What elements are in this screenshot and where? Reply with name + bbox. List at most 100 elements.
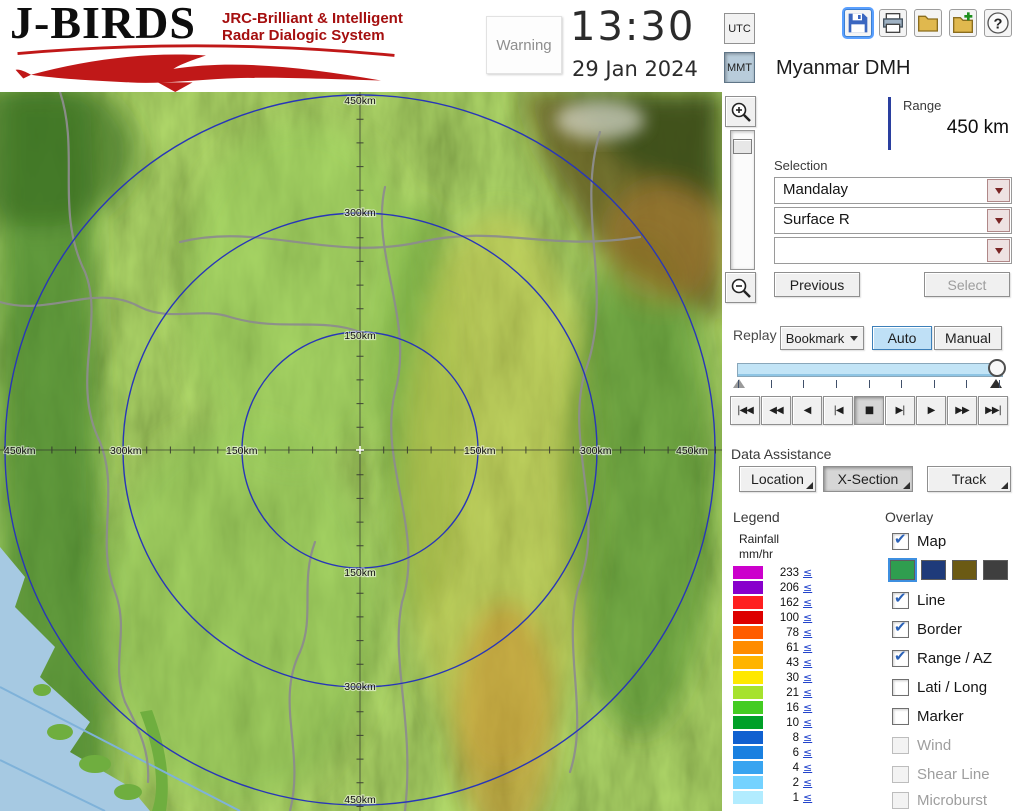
- playback-stop-button[interactable]: ■: [854, 396, 884, 425]
- overlay-row-range-az: Range / AZ: [892, 650, 992, 667]
- map-style-terrain-button[interactable]: [890, 560, 915, 580]
- product-dropdown-button[interactable]: [987, 209, 1010, 232]
- legend-color-swatch: [733, 761, 763, 774]
- playback-play-backward-button[interactable]: ◀: [792, 396, 822, 425]
- radar-map[interactable]: 450km 300km 150km 150km 300km 450km 450k…: [0, 92, 722, 811]
- legend-row: 206≤: [733, 580, 843, 595]
- playback-skip-end-button[interactable]: ▶▶|: [978, 396, 1008, 425]
- location-button[interactable]: Location: [739, 466, 816, 492]
- legend-row: 21≤: [733, 685, 843, 700]
- range-value: 450 km: [882, 117, 1009, 139]
- legend-value: 61: [763, 642, 799, 654]
- legend-color-swatch: [733, 776, 763, 789]
- legend-le-link[interactable]: ≤: [803, 581, 812, 594]
- map-checkbox[interactable]: [892, 533, 909, 550]
- legend-value: 16: [763, 702, 799, 714]
- location-label: Location: [751, 471, 804, 487]
- playback-step-back-button[interactable]: |◀: [823, 396, 853, 425]
- border-checkbox[interactable]: [892, 621, 909, 638]
- bookmark-button[interactable]: Bookmark: [780, 326, 864, 350]
- zoom-slider-track[interactable]: [730, 130, 755, 270]
- header-bar: J-BIRDS JRC-Brilliant & Intelligent Rada…: [0, 0, 1030, 93]
- open-folder-button[interactable]: [914, 9, 942, 37]
- zoom-slider-thumb[interactable]: [733, 139, 752, 154]
- legend-le-link[interactable]: ≤: [803, 596, 812, 609]
- auto-mode-button[interactable]: Auto: [872, 326, 932, 350]
- logo-subtitle: JRC-Brilliant & Intelligent Radar Dialog…: [222, 10, 403, 44]
- legend-le-link[interactable]: ≤: [803, 611, 812, 624]
- zoom-in-button[interactable]: [725, 96, 756, 127]
- overlay-label-range-az: Range / AZ: [917, 650, 992, 667]
- x-section-button[interactable]: X-Section: [823, 466, 913, 492]
- logo-subtitle-line1: JRC-Brilliant & Intelligent: [222, 10, 403, 27]
- station-dropdown-button[interactable]: [987, 179, 1010, 202]
- legend-row: 30≤: [733, 670, 843, 685]
- clock-time: 13:30: [570, 4, 695, 50]
- option-dropdown-button[interactable]: [987, 239, 1010, 262]
- legend-row: 61 ≤: [733, 640, 843, 655]
- legend-row: 8≤: [733, 730, 843, 745]
- select-button[interactable]: Select: [924, 272, 1010, 297]
- legend-color-swatch: [733, 701, 763, 714]
- playback-skip-start-button[interactable]: |◀◀: [730, 396, 760, 425]
- mmt-toggle-button[interactable]: MMT: [724, 52, 755, 83]
- warning-label: Warning: [496, 37, 551, 54]
- legend-le-link[interactable]: ≤: [803, 716, 812, 729]
- legend-row: 10≤: [733, 715, 843, 730]
- map-style-dark-button[interactable]: [983, 560, 1008, 580]
- zoom-out-button[interactable]: [725, 272, 756, 303]
- timeline-slider-track[interactable]: [737, 363, 1003, 377]
- marker-checkbox[interactable]: [892, 708, 909, 725]
- manual-mode-button[interactable]: Manual: [934, 326, 1002, 350]
- station-dropdown[interactable]: Mandalay: [774, 177, 1012, 204]
- legend-le-link[interactable]: ≤: [803, 566, 812, 579]
- legend-color-swatch: [733, 716, 763, 729]
- map-style-olive-button[interactable]: [952, 560, 977, 580]
- product-dropdown[interactable]: Surface R: [774, 207, 1012, 234]
- wind-checkbox: [892, 737, 909, 754]
- legend-le-link[interactable]: ≤: [803, 686, 812, 699]
- legend-le-link[interactable]: ≤: [803, 656, 812, 669]
- legend-le-link[interactable]: ≤: [803, 761, 812, 774]
- chevron-down-icon: [995, 188, 1003, 194]
- option-dropdown[interactable]: [774, 237, 1012, 264]
- chevron-down-icon: [850, 336, 858, 341]
- legend-scale: 233≤ 206≤ 162≤ 100≤ 78≤ 61≤ 43≤ 30≤ 21≤ …: [733, 565, 843, 805]
- warning-button[interactable]: Warning: [486, 16, 562, 74]
- line-checkbox[interactable]: [892, 592, 909, 609]
- playback-play-button[interactable]: ▶: [916, 396, 946, 425]
- legend-value: 233: [763, 567, 799, 579]
- overlay-label-line: Line: [917, 592, 945, 609]
- map-style-navy-button[interactable]: [921, 560, 946, 580]
- legend-le-link[interactable]: ≤: [803, 776, 812, 789]
- overlay-label-marker: Marker: [917, 708, 964, 725]
- legend-unit-line1: Rainfall: [739, 532, 779, 546]
- legend-le-link[interactable]: ≤: [803, 671, 812, 684]
- playback-rewind-button[interactable]: ◀◀: [761, 396, 791, 425]
- timeline-slider-thumb[interactable]: [988, 359, 1006, 377]
- help-button[interactable]: ?: [984, 9, 1012, 37]
- station-title: Myanmar DMH: [776, 57, 910, 80]
- track-button[interactable]: Track: [927, 466, 1011, 492]
- legend-le-link[interactable]: ≤: [803, 626, 812, 639]
- playback-fast-forward-button[interactable]: ▶▶: [947, 396, 977, 425]
- overlay-row-border: Border: [892, 621, 962, 638]
- export-button[interactable]: [949, 9, 977, 37]
- legend-value: 43: [763, 657, 799, 669]
- legend-le-link[interactable]: ≤: [803, 641, 812, 654]
- radar-map-area[interactable]: 450km 300km 150km 150km 300km 450km 450k…: [0, 92, 722, 811]
- previous-button[interactable]: Previous: [774, 272, 860, 297]
- utc-toggle-button[interactable]: UTC: [724, 13, 755, 44]
- legend-value: 1: [763, 792, 799, 804]
- legend-color-swatch: [733, 791, 763, 804]
- print-button[interactable]: [879, 9, 907, 37]
- legend-le-link[interactable]: ≤: [803, 731, 812, 744]
- legend-le-link[interactable]: ≤: [803, 791, 812, 804]
- lati-long-checkbox[interactable]: [892, 679, 909, 696]
- save-button[interactable]: [844, 9, 872, 37]
- legend-value: 78: [763, 627, 799, 639]
- range-az-checkbox[interactable]: [892, 650, 909, 667]
- legend-le-link[interactable]: ≤: [803, 701, 812, 714]
- playback-step-forward-button[interactable]: ▶|: [885, 396, 915, 425]
- legend-le-link[interactable]: ≤: [803, 746, 812, 759]
